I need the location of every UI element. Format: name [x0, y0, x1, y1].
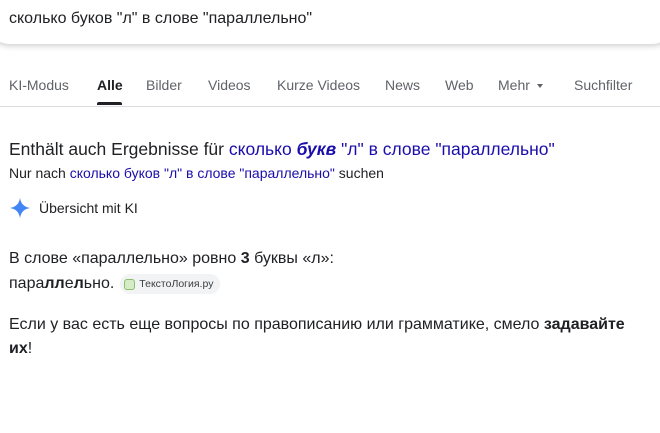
tab-videos[interactable]: Videos [208, 77, 251, 93]
ai-overview-header: Übersicht mit KI [9, 196, 138, 220]
search-tabs: KI-Modus Alle Bilder Videos Kurze Videos… [0, 68, 660, 107]
source-chip-label: ТекстоЛогия.ру [139, 278, 214, 290]
tab-web[interactable]: Web [445, 77, 474, 93]
corrected-query-bold: букв [296, 139, 337, 159]
search-query[interactable]: сколько буков "л" в слове "параллельно" [9, 10, 312, 28]
tab-mehr[interactable]: Mehr [498, 77, 543, 93]
active-tab-indicator [97, 102, 122, 105]
word-segment-d: л [73, 275, 84, 292]
corrected-query-link[interactable]: сколько букв "л" в слове "параллельно" [229, 139, 555, 159]
ai-overview-label: Übersicht mit KI [39, 200, 138, 216]
search-only-line: Nur nach сколько буков "л" в слове "пара… [9, 165, 384, 181]
answer-line1-pre: В слове «параллельно» ровно [9, 250, 237, 267]
only-suffix: suchen [338, 165, 384, 181]
tab-bilder[interactable]: Bilder [146, 77, 182, 93]
tab-mehr-label: Mehr [498, 77, 530, 93]
spelling-correction: Enthält auch Ergebnisse für сколько букв… [9, 139, 555, 160]
ai-answer-closing: Если у вас есть еще вопросы по правописа… [9, 313, 649, 361]
word-segment-c: е [64, 275, 74, 292]
answer-line1-post: буквы «л»: [254, 250, 334, 267]
only-prefix: Nur nach [9, 165, 66, 181]
closing-post: ! [27, 340, 33, 357]
ai-answer-line1: В слове «параллельно» ровно 3 буквы «л»: [9, 250, 334, 268]
word-segment-b: лл [44, 275, 65, 292]
tab-news[interactable]: News [385, 77, 420, 93]
answer-count: 3 [240, 250, 250, 267]
ai-answer-word: пара лл е л ьно. ТекстоЛогия.ру [9, 274, 221, 294]
tab-kurze-videos[interactable]: Kurze Videos [277, 77, 360, 93]
tab-ki-modus[interactable]: KI-Modus [9, 77, 69, 93]
source-chip[interactable]: ТекстоЛогия.ру [120, 274, 221, 294]
sparkle-icon [9, 197, 31, 219]
search-box[interactable]: сколько буков "л" в слове "параллельно" [0, 0, 660, 44]
chevron-down-icon [536, 84, 543, 89]
original-query-link[interactable]: сколько буков "л" в слове "параллельно" [70, 165, 335, 181]
word-segment-a: пара [9, 275, 45, 292]
corrected-query-part1: сколько [228, 139, 292, 159]
tab-suchfilter[interactable]: Suchfilter [574, 77, 632, 93]
tab-alle[interactable]: Alle [97, 77, 123, 93]
correction-prefix: Enthält auch Ergebnisse für [9, 139, 224, 159]
corrected-query-part2: "л" в слове "параллельно" [341, 139, 555, 159]
closing-pre: Если у вас есть еще вопросы по правописа… [9, 316, 540, 333]
word-segment-e: ьно. [83, 275, 115, 292]
site-favicon-icon [124, 278, 136, 290]
